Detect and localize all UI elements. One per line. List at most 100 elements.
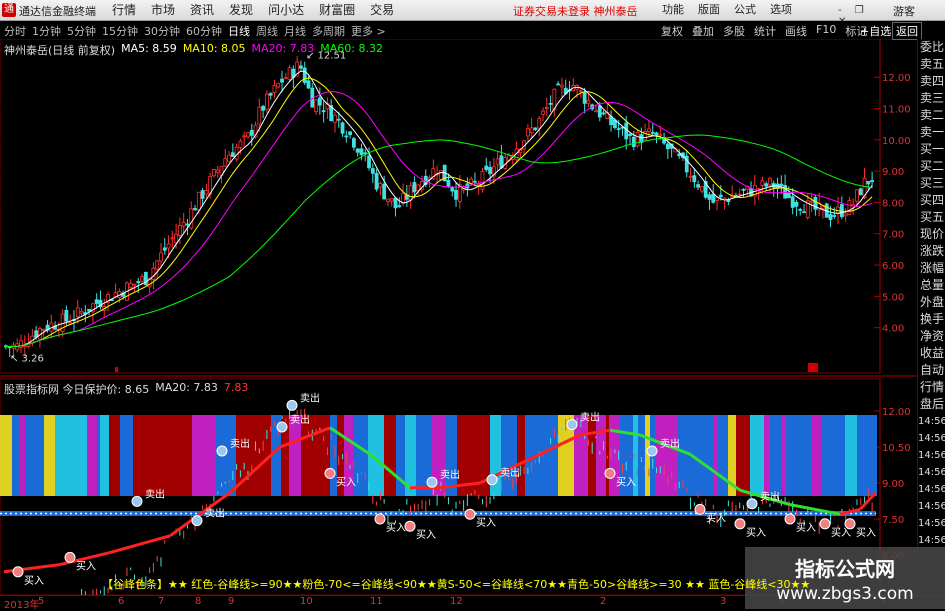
side-panel-item[interactable]: 卖三 [918, 90, 945, 107]
menu-item-formula[interactable]: 公式 [734, 0, 756, 20]
side-panel-item[interactable]: 总量 [918, 277, 945, 294]
color-band-segment [30, 415, 44, 496]
menu-item-market[interactable]: 市场 [151, 0, 175, 20]
candle-body [299, 65, 303, 69]
candle-body [238, 140, 243, 148]
candle-body [185, 223, 190, 226]
tool-stats[interactable]: 统计 [754, 23, 776, 39]
side-panel-item[interactable]: 涨幅 [918, 260, 945, 277]
period-tab-more[interactable]: 更多 > [351, 23, 386, 39]
candle-body [578, 90, 583, 93]
candle-body [374, 172, 379, 190]
candle-body [699, 186, 704, 192]
sub-axis-label: 9.00 [882, 479, 904, 490]
menu-item-ask[interactable]: 问小达 [268, 0, 304, 20]
menu-item-wealth[interactable]: 财富圈 [319, 0, 355, 20]
candle-body [628, 133, 632, 136]
side-panel-item[interactable]: 卖四 [918, 73, 945, 90]
period-tab-15min[interactable]: 15分钟 [102, 23, 138, 39]
period-tab-1min[interactable]: 1分钟 [32, 23, 61, 39]
side-panel-item[interactable]: 外盘 [918, 294, 945, 311]
side-panel-item[interactable]: 净资 [918, 328, 945, 345]
color-band-segment [555, 415, 558, 496]
menu-item-discover[interactable]: 发现 [229, 0, 253, 20]
side-panel-item[interactable]: 14:56 [918, 515, 945, 532]
sell-signal-label: 卖出 [500, 466, 520, 479]
candle-body [821, 206, 825, 209]
candle-body [348, 131, 353, 136]
candle-body [75, 307, 80, 318]
side-panel-item[interactable]: 卖二 [918, 107, 945, 124]
side-panel-item[interactable]: 卖五 [918, 56, 945, 73]
period-tab-30min[interactable]: 30分钟 [144, 23, 180, 39]
side-panel-item[interactable]: 盘后 [918, 396, 945, 413]
color-band-segment [782, 415, 786, 496]
candle-body [193, 208, 197, 211]
side-panel-item[interactable]: 14:56 [918, 464, 945, 481]
period-tab-daily[interactable]: 日线 [228, 23, 250, 39]
side-panel-item[interactable]: 换手 [918, 311, 945, 328]
buy-signal-marker [464, 508, 476, 520]
candle-body [560, 84, 564, 88]
candle-body [151, 267, 156, 280]
side-panel-item[interactable]: 行情 [918, 379, 945, 396]
side-panel-item[interactable]: 买五 [918, 209, 945, 226]
period-tab-multi[interactable]: 多周期 [312, 23, 345, 39]
menu-item-trade[interactable]: 交易 [370, 0, 394, 20]
buy-signal-marker [64, 551, 76, 563]
side-panel-item[interactable]: 现价 [918, 226, 945, 243]
side-panel-item[interactable]: 买一 [918, 141, 945, 158]
ma60-value: MA60: 8.32 [320, 42, 383, 55]
tool-f10[interactable]: F10 [816, 23, 836, 39]
side-panel-item[interactable]: 买三 [918, 175, 945, 192]
main-menu: 行情 市场 资讯 发现 问小达 财富圈 交易 [112, 0, 409, 20]
side-panel-item[interactable]: 14:56 [918, 498, 945, 515]
side-panel-item[interactable]: 买四 [918, 192, 945, 209]
side-panel-item[interactable]: 卖一 [918, 124, 945, 141]
period-tab-weekly[interactable]: 周线 [256, 23, 278, 39]
window-controls[interactable]: - ❐ ✕ [838, 5, 878, 27]
color-band-segment [109, 415, 120, 496]
side-panel-item[interactable]: 自动 [918, 362, 945, 379]
add-watchlist-button[interactable]: +自选 [860, 23, 891, 39]
candle-body [768, 177, 772, 186]
kline-chart[interactable]: 12.0011.0010.009.008.007.006.005.004.00↙… [0, 39, 917, 595]
side-panel-item[interactable]: 买二 [918, 158, 945, 175]
color-band-segment [289, 415, 301, 496]
color-band-segment [857, 415, 872, 496]
ma10-value: MA10: 8.05 [182, 42, 246, 55]
side-panel-item[interactable]: 14:56 [918, 413, 945, 430]
period-tab-monthly[interactable]: 月线 [284, 23, 306, 39]
back-button[interactable]: 返回 [892, 22, 922, 40]
side-panel-item[interactable]: 委比 [918, 39, 945, 56]
broker-status[interactable]: 证券交易未登录 神州泰岳 [513, 3, 638, 19]
buy-signal-marker [784, 513, 796, 525]
sell-signal-label: 卖出 [205, 507, 225, 520]
menu-item-layout[interactable]: 版面 [698, 0, 720, 20]
buy-signal-label: 买入 [476, 517, 496, 529]
period-tab-5min[interactable]: 5分钟 [67, 23, 96, 39]
quote-side-panel[interactable]: 委比 卖五 卖四 卖三 卖二 卖一 买一 买二 买三 买四 买五 现价 涨跌 涨幅 总量 外盘 换手 净资 收益 自动… [917, 39, 945, 595]
side-panel-item[interactable]: 收益 [918, 345, 945, 362]
candle-body [798, 208, 803, 211]
ma5-value: MA5: 8.59 [121, 42, 177, 55]
side-panel-item[interactable]: 14:56 [918, 481, 945, 498]
menu-item-options[interactable]: 选项 [770, 0, 792, 20]
side-panel-item[interactable]: 14:56 [918, 430, 945, 447]
side-panel-item[interactable]: 涨跌 [918, 243, 945, 260]
candle-body [586, 100, 591, 104]
tool-multi-stock[interactable]: 多股 [723, 23, 745, 39]
menu-item-news[interactable]: 资讯 [190, 0, 214, 20]
tool-draw[interactable]: 画线 [785, 23, 807, 39]
guest-label[interactable]: 游客 [893, 3, 915, 19]
menu-item-function[interactable]: 功能 [662, 0, 684, 20]
period-tab-fenshi[interactable]: 分时 [4, 23, 26, 39]
tool-restore[interactable]: 复权 [661, 23, 683, 39]
price-axis-label: 8.00 [882, 198, 904, 209]
period-tab-60min[interactable]: 60分钟 [186, 23, 222, 39]
side-panel-item[interactable]: 14:56 [918, 447, 945, 464]
main-pane-frame [0, 39, 881, 374]
menu-item-quotes[interactable]: 行情 [112, 0, 136, 20]
tool-overlay[interactable]: 叠加 [692, 23, 714, 39]
sell-signal-marker [646, 445, 658, 457]
